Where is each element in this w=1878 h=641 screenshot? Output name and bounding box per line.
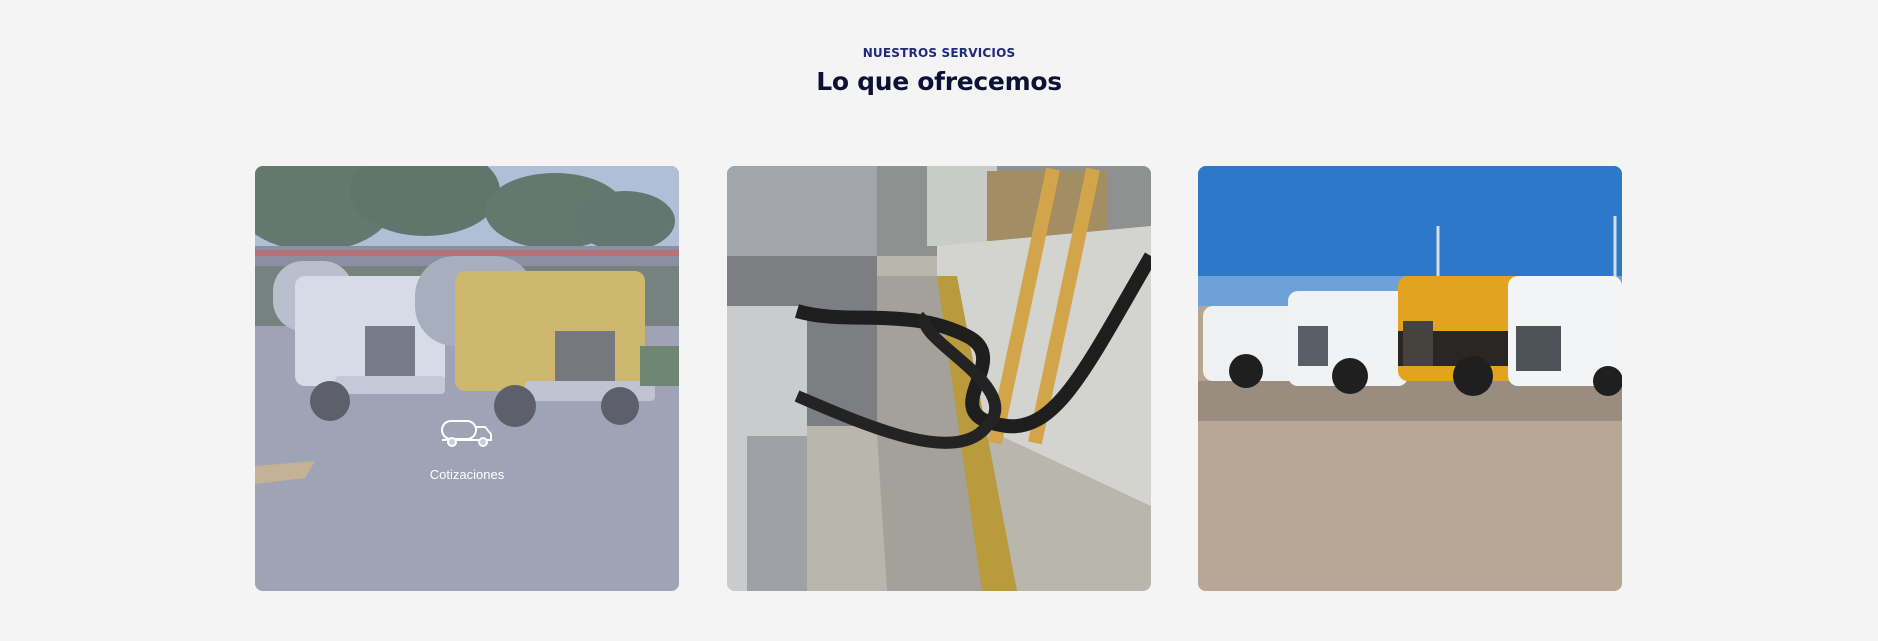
truck-fleet-photo xyxy=(1198,166,1622,591)
tanker-truck-icon xyxy=(441,420,492,447)
service-card-cotizaciones[interactable]: Cotizaciones xyxy=(255,166,679,591)
hose-unloading-photo xyxy=(727,166,1151,591)
card-hover-overlay xyxy=(255,166,679,591)
section-title: Lo que ofrecemos xyxy=(816,67,1062,96)
service-card-fleet[interactable] xyxy=(1198,166,1622,591)
card-label: Cotizaciones xyxy=(429,467,505,482)
service-card-hose-unloading[interactable] xyxy=(727,166,1151,591)
section-eyebrow: NUESTROS SERVICIOS xyxy=(862,46,1016,60)
